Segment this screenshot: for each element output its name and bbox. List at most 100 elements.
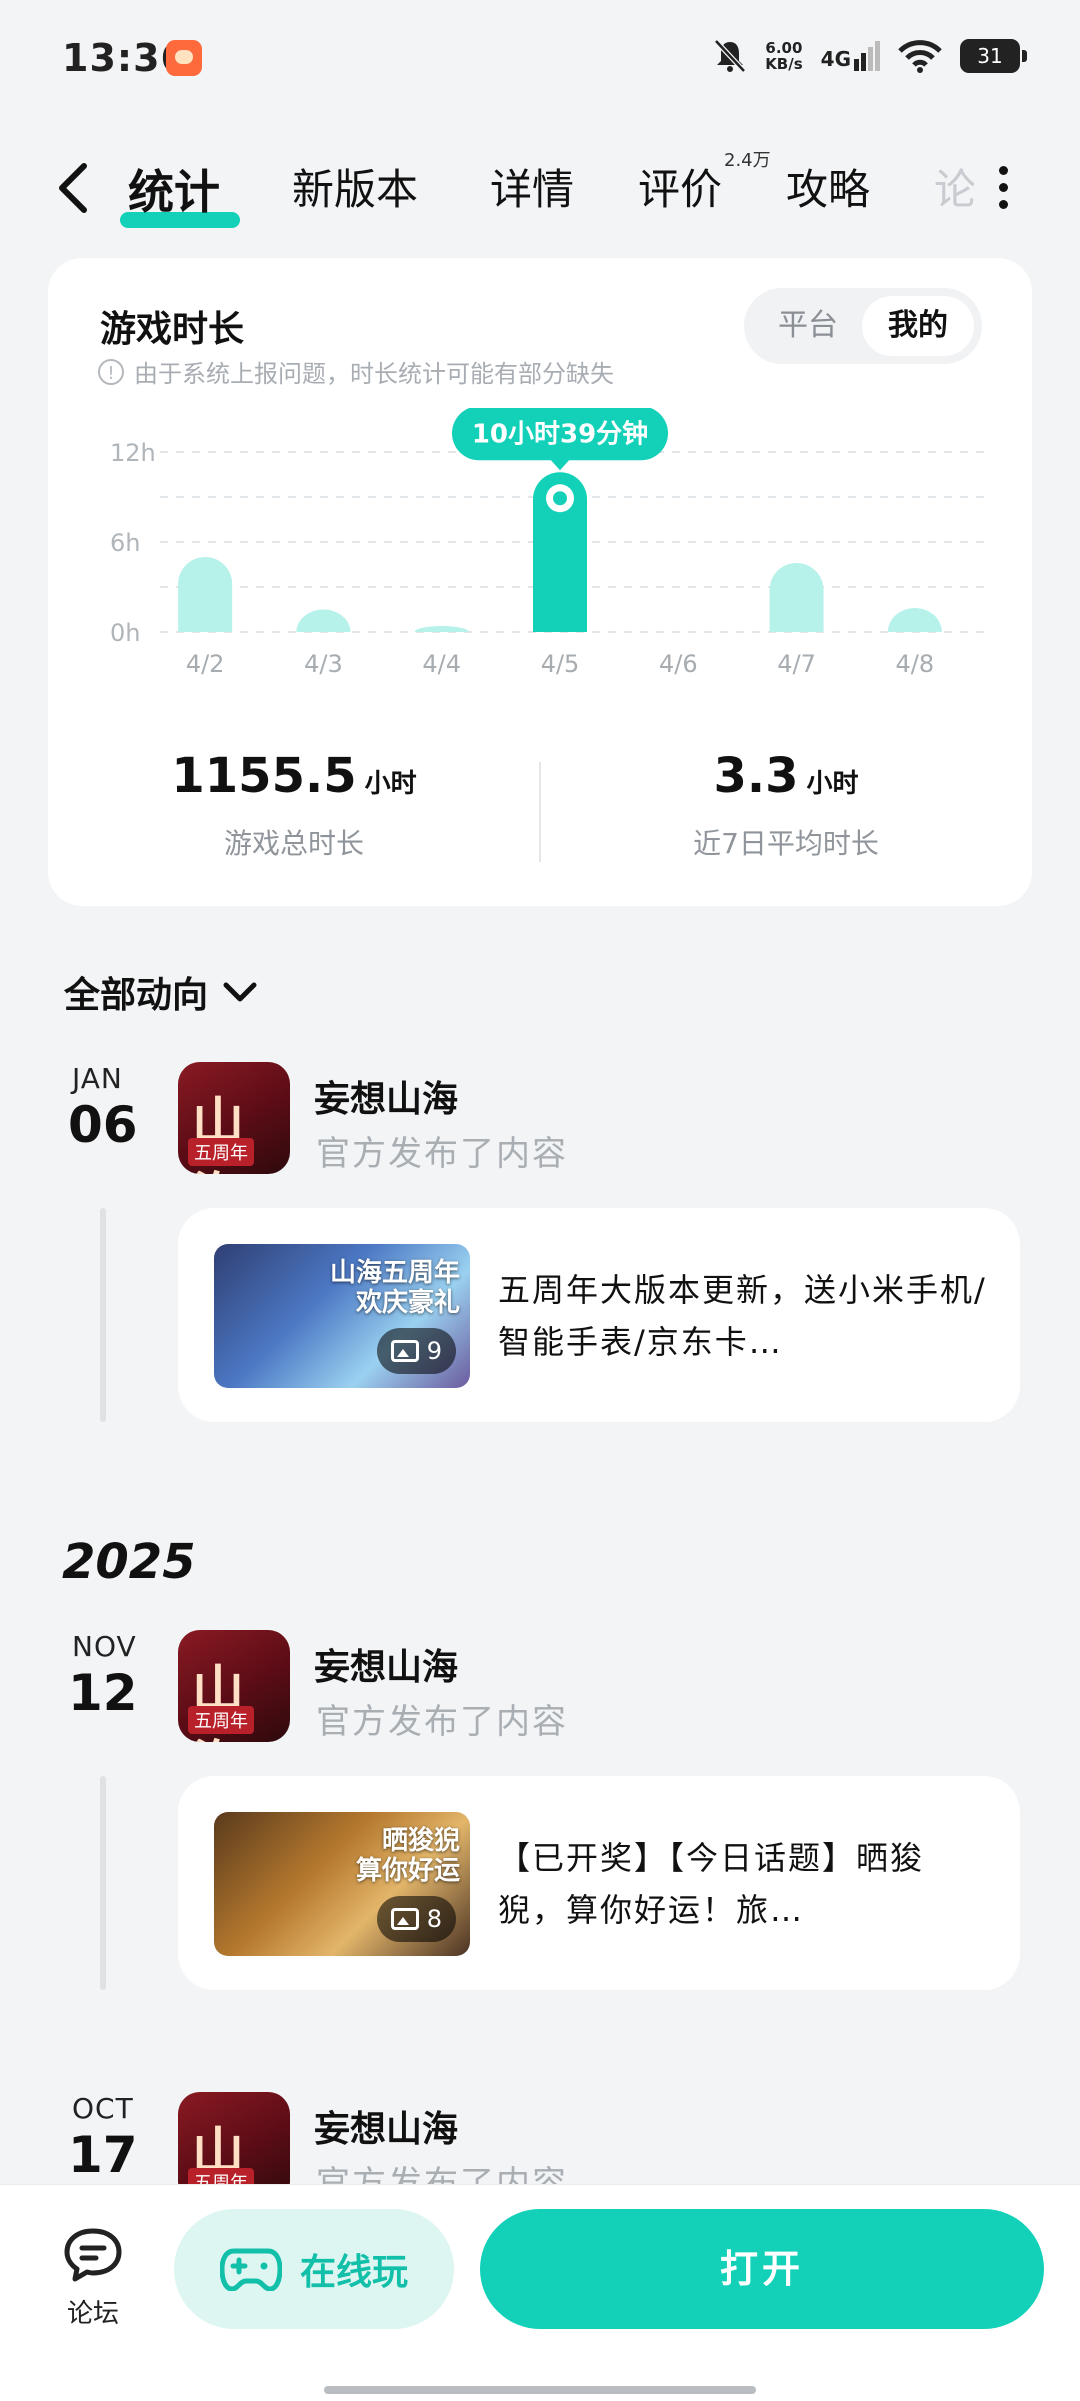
thumbnail-caption: 山海五周年 欢庆豪礼	[329, 1258, 460, 1318]
toggle-platform[interactable]: 平台	[752, 296, 864, 356]
reviews-count-badge: 2.4万	[724, 150, 771, 171]
card-title: 游戏时长	[100, 309, 245, 350]
play-time-chart: 12h 6h 0h 4/2 4/3 4/4 4/5 10小时39分钟 4/6 4/7 4/8	[110, 408, 988, 678]
game-icon[interactable]: 山海 五周年	[178, 1062, 290, 1174]
x-tick-label: 4/8	[896, 650, 935, 678]
total-playtime-label: 游戏总时长	[223, 827, 364, 860]
year-header: 2025	[62, 1534, 196, 1590]
image-count-badge: 8	[376, 1896, 456, 1942]
activity-filter-label: 全部动向	[64, 975, 209, 1016]
source-toggle: 平台 我的	[744, 288, 982, 364]
image-count: 9	[426, 1337, 442, 1365]
total-playtime-value: 1155.5	[171, 748, 357, 804]
game-icon-tag: 五周年	[188, 1138, 254, 1166]
highlight-marker-dot	[553, 491, 567, 506]
x-tick-label: 4/4	[422, 650, 461, 678]
post-thumbnail: 晒狻猊 算你好运 8	[214, 1812, 470, 1956]
entry-day: 12	[68, 1664, 138, 1722]
more-dot-icon	[998, 183, 1008, 192]
x-tick-label: 4/6	[659, 650, 698, 678]
forum-chat-icon	[64, 2228, 122, 2282]
post-text: 【已开奖】【今日话题】晒狻猊，算你好运！旅…	[498, 1839, 925, 1929]
post-card[interactable]: 晒狻猊 算你好运 8 【已开奖】【今日话题】晒狻猊，算你好运！旅…	[178, 1776, 1020, 1990]
network-type: 4G	[820, 47, 851, 71]
image-count-badge: 9	[376, 1328, 456, 1374]
battery-icon: 31	[960, 39, 1027, 73]
post-thumbnail: 山海五周年 欢庆豪礼 9	[214, 1244, 470, 1388]
toggle-mine[interactable]: 我的	[862, 296, 974, 356]
chevron-down-icon	[223, 982, 257, 1002]
totals-row: 1155.5 小时 游戏总时长 3.3 小时 近7日平均时长	[48, 748, 1032, 888]
chart-bar	[769, 563, 824, 632]
tooltip-pointer	[550, 459, 570, 471]
game-name[interactable]: 妄想山海	[314, 1070, 458, 1122]
tab-forum-partial[interactable]: 论	[934, 156, 974, 217]
chart-bar	[887, 608, 942, 632]
entry-subtitle: 官方发布了内容	[316, 1702, 568, 1742]
tab-new-version[interactable]: 新版本	[292, 156, 418, 217]
entry-subtitle: 官方发布了内容	[316, 1134, 568, 1174]
entry-month: JAN	[72, 1062, 123, 1095]
entry-month: OCT	[72, 2092, 134, 2125]
status-indicators: 6.00 KB/s 4G 31	[713, 38, 1027, 74]
avg-playtime-unit: 小时	[806, 769, 859, 799]
more-menu-button[interactable]	[995, 166, 1011, 214]
tab-reviews[interactable]: 评价	[638, 156, 722, 217]
entry-month: NOV	[72, 1630, 137, 1663]
net-speed: 6.00 KB/s	[765, 40, 802, 72]
total-playtime-unit: 小时	[364, 769, 417, 799]
game-name[interactable]: 妄想山海	[314, 2100, 458, 2152]
open-game-button[interactable]: 打开	[480, 2209, 1044, 2329]
chart-bar	[414, 626, 469, 632]
signal-bars-icon	[854, 41, 880, 71]
home-indicator[interactable]	[324, 2386, 756, 2394]
tab-stats[interactable]: 统计	[128, 156, 220, 222]
info-icon: !	[98, 358, 124, 385]
chart-bar	[296, 609, 351, 632]
x-tick-label: 4/2	[186, 650, 225, 678]
cell-signal-icon: 4G	[821, 41, 880, 71]
game-icon-tag: 五周年	[188, 1706, 254, 1734]
cloud-play-label: 在线玩	[299, 2252, 408, 2293]
more-dot-icon	[998, 200, 1008, 209]
post-text: 五周年大版本更新，送小米手机/智能手表/京东卡…	[498, 1271, 987, 1361]
game-icon[interactable]: 山海 五周年	[178, 1630, 290, 1742]
chart-bar	[178, 557, 233, 632]
total-playtime: 1155.5 小时 游戏总时长	[48, 748, 540, 862]
forum-button[interactable]: 论坛	[50, 2225, 136, 2330]
tooltip-text: 10小时39分钟	[472, 418, 648, 449]
net-speed-value: 6.00	[765, 39, 803, 57]
x-tick-label: 4/3	[304, 650, 343, 678]
y-tick-label: 12h	[110, 439, 156, 467]
game-name[interactable]: 妄想山海	[314, 1638, 458, 1690]
more-dot-icon	[998, 166, 1008, 175]
y-tick-label: 6h	[110, 529, 140, 557]
x-tick-label: 4/7	[777, 650, 816, 678]
entry-day: 17	[68, 2126, 138, 2184]
post-card[interactable]: 山海五周年 欢庆豪礼 9 五周年大版本更新，送小米手机/智能手表/京东卡…	[178, 1208, 1020, 1422]
activity-filter-dropdown[interactable]: 全部动向	[64, 966, 258, 1018]
cloud-play-button[interactable]: 在线玩	[174, 2209, 454, 2329]
wifi-icon	[898, 40, 942, 73]
avg-playtime: 3.3 小时 近7日平均时长	[540, 748, 1032, 862]
detail-tab-bar: 统计 新版本 详情 评价 2.4万 攻略 论	[0, 140, 1080, 240]
timeline-line	[100, 1776, 106, 1990]
card-note-text: 由于系统上报问题，时长统计可能有部分缺失	[134, 360, 614, 388]
tab-guides[interactable]: 攻略	[786, 156, 870, 217]
mute-bell-icon	[714, 39, 747, 73]
thumbnail-caption: 晒狻猊 算你好运	[355, 1826, 460, 1886]
net-speed-unit: KB/s	[765, 55, 803, 73]
image-icon	[390, 1340, 419, 1362]
image-count: 8	[426, 1905, 442, 1933]
bottom-action-bar: 论坛 在线玩 打开	[0, 2184, 1080, 2401]
gamepad-icon	[219, 2248, 282, 2291]
avg-playtime-label: 近7日平均时长	[693, 827, 879, 860]
play-time-card: 游戏时长 ! 由于系统上报问题，时长统计可能有部分缺失 平台 我的 12h 6h 0…	[48, 258, 1032, 906]
timeline-line	[100, 1208, 106, 1422]
y-tick-label: 0h	[110, 619, 140, 647]
forum-label: 论坛	[66, 2299, 119, 2329]
tab-details[interactable]: 详情	[490, 156, 574, 217]
back-button[interactable]	[50, 158, 94, 218]
status-bar: 13:36 6.00 KB/s 4G 31	[0, 0, 1080, 110]
card-note: ! 由于系统上报问题，时长统计可能有部分缺失	[98, 354, 614, 389]
